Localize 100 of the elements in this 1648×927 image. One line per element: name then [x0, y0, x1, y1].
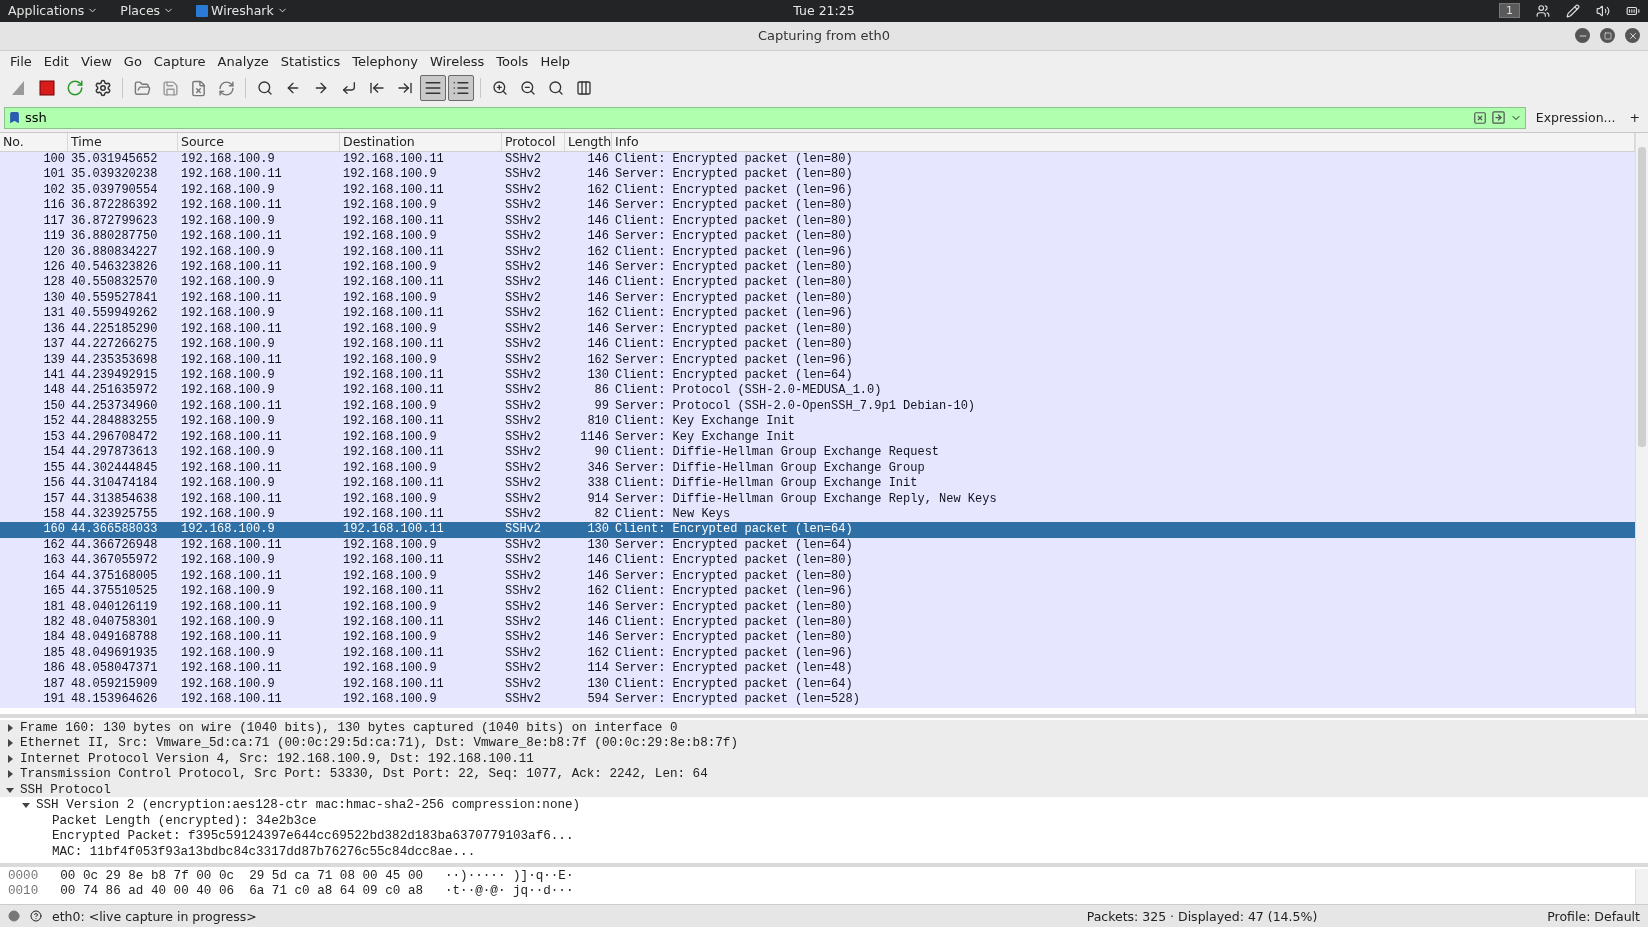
menu-item[interactable]: Edit	[37, 54, 75, 69]
collapsed-arrow-icon[interactable]	[6, 754, 14, 763]
detail-row[interactable]: SSH Version 2 (encryption:aes128-ctr mac:hmac-sha2-256 compression:none)	[0, 797, 1648, 813]
table-cell-text: Client: Encrypted packet (len=96)	[614, 645, 854, 662]
detail-row[interactable]: Ethernet II, Src: Vmware_5d:ca:71 (00:0c:29:5d:ca:71), Dst: Vmware_8e:b8:7f (00:0c:29:8e:b8:7f)	[0, 735, 1648, 751]
menu-item[interactable]: Statistics	[274, 54, 347, 69]
packet-row[interactable]: 101 35.039320238 192.168.100.11 192.168.100.9 SSHv2 146 Server: Encrypted packet (len=80)	[0, 167, 1635, 183]
table-cell-text: Server: Encrypted packet (len=80)	[614, 259, 854, 276]
packet-row[interactable]: 182 48.040758301 192.168.100.9 192.168.100.11 SSHv2 146 Client: Encrypted packet (len=80)	[0, 615, 1635, 631]
pencil-icon[interactable]	[1566, 3, 1580, 18]
expert-info-icon[interactable]	[30, 910, 42, 923]
detail-row[interactable]: Transmission Control Protocol, Src Port: 53330, Dst Port: 22, Seq: 1077, Ack: 2242, Len: 64	[0, 766, 1648, 782]
volume-icon[interactable]	[1596, 3, 1610, 18]
menu-item[interactable]: Tools	[490, 54, 535, 69]
minimize-button[interactable]	[1575, 28, 1590, 44]
detail-row[interactable]: Encrypted Packet: f395c59124397e644cc69522bd382d183ba6370779103af6...	[0, 828, 1648, 844]
table-cell-text: SSHv2	[504, 337, 542, 353]
menu-item[interactable]: View	[74, 54, 118, 69]
table-cell-text: 44.296708472	[70, 429, 159, 446]
packet-row[interactable]: 119 36.880287750 192.168.100.11 192.168.100.9 SSHv2 146 Server: Encrypted packet (len=80)	[0, 229, 1635, 245]
table-cell-text: 162	[586, 645, 610, 662]
packet-row[interactable]: 128 40.550832570 192.168.100.9 192.168.100.11 SSHv2 146 Client: Encrypted packet (len=80)	[0, 275, 1635, 291]
workspace-indicator[interactable]: 1	[1499, 3, 1520, 19]
status-indicator-icon[interactable]	[8, 910, 20, 923]
detail-row[interactable]: Packet Length (encrypted): 34e2b3ce	[0, 812, 1648, 829]
table-cell-text: 40.550832570	[70, 275, 159, 291]
detail-row[interactable]: MAC: 11bf4f053f93a13bdbc84c3317dd87b76276c55c84dcc8ae...	[0, 843, 1648, 860]
column-header[interactable]: Time	[68, 132, 178, 151]
table-cell-text: 44.297873613	[70, 445, 159, 461]
profile-label[interactable]: Profile: Default	[1547, 908, 1640, 924]
menu-item[interactable]: Telephony	[346, 54, 424, 69]
table-cell-text: 191	[42, 692, 66, 708]
table-cell-text: 44.367055972	[70, 553, 159, 569]
table-cell-text: 810	[586, 414, 610, 430]
packet-row[interactable]: 152 44.284883255 192.168.100.9 192.168.100.11 SSHv2 810 Client: Key Exchange Init	[0, 414, 1635, 430]
table-cell-text: 44.366588033	[70, 522, 159, 538]
panel-menu[interactable]: Places	[120, 3, 175, 19]
packet-row[interactable]: 163 44.367055972 192.168.100.9 192.168.100.11 SSHv2 146 Client: Encrypted packet (len=80)	[0, 553, 1635, 569]
jump-arrow-icon	[341, 80, 357, 97]
table-cell-text: Server: Encrypted packet (len=80)	[614, 229, 854, 245]
display-filter-bar[interactable]: ssh	[4, 107, 1526, 129]
menu-item[interactable]: Capture	[147, 54, 212, 69]
menu-item[interactable]: Analyze	[211, 54, 275, 69]
packet-row[interactable]: 186 48.058047371 192.168.100.11 192.168.100.9 SSHv2 114 Server: Encrypted packet (len=48)	[0, 661, 1635, 677]
table-cell-text: 130	[586, 368, 610, 384]
packet-row[interactable]: 191 48.153964626 192.168.100.11 192.168.100.9 SSHv2 594 Server: Encrypted packet (len=528)	[0, 692, 1635, 708]
table-cell-text: 192.168.100.11	[342, 244, 445, 260]
packet-row[interactable]: 184 48.049168788 192.168.100.11 192.168.100.9 SSHv2 146 Server: Encrypted packet (len=80)	[0, 630, 1635, 646]
table-cell-text: 40.559527841	[70, 290, 159, 307]
packet-row[interactable]: 116 36.872286392 192.168.100.11 192.168.100.9 SSHv2 146 Server: Encrypted packet (len=80)	[0, 198, 1635, 214]
packet-row[interactable]: 165 44.375510525 192.168.100.9 192.168.100.11 SSHv2 162 Client: Encrypted packet (len=96)	[0, 584, 1635, 600]
collapsed-arrow-icon[interactable]	[6, 723, 14, 732]
toolbar-button[interactable]	[420, 75, 446, 102]
table-cell-text: Server: Encrypted packet (len=96)	[614, 352, 854, 368]
table-cell-text: SSHv2	[504, 259, 542, 276]
scrollbar[interactable]	[1635, 868, 1648, 905]
table-cell-text: 146	[586, 259, 610, 276]
packet-row[interactable]: 131 40.559949262 192.168.100.9 192.168.100.11 SSHv2 162 Client: Encrypted packet (len=96)	[0, 306, 1635, 322]
bookmark-icon[interactable]	[8, 111, 21, 125]
column-header[interactable]: Destination	[340, 132, 502, 151]
expanded-arrow-icon[interactable]	[22, 801, 30, 810]
packet-row[interactable]: 148 44.251635972 192.168.100.9 192.168.100.11 SSHv2 86 Client: Protocol (SSH-2.0-MEDUSA_1.0)	[0, 383, 1635, 399]
table-cell-text: 156	[42, 476, 66, 492]
column-header[interactable]: Protocol	[502, 132, 565, 151]
menu-item[interactable]: Wireless	[423, 54, 491, 69]
table-cell-text: SSHv2	[504, 661, 542, 677]
menu-item[interactable]: Go	[117, 54, 148, 69]
expression-button[interactable]: Expression...	[1531, 110, 1620, 126]
collapsed-arrow-icon[interactable]	[6, 739, 14, 748]
packet-row[interactable]: 141 44.239492915 192.168.100.9 192.168.100.11 SSHv2 130 Client: Encrypted packet (len=64)	[0, 368, 1635, 384]
table-cell-text: 48.058047371	[70, 661, 159, 677]
detail-row[interactable]: Frame 160: 130 bytes on wire (1040 bits), 130 bytes captured (1040 bits) on interface 0	[0, 719, 1648, 736]
table-cell-text: 346	[586, 460, 610, 477]
menu-item[interactable]: File	[4, 54, 38, 69]
packet-row[interactable]: 156 44.310474184 192.168.100.9 192.168.100.11 SSHv2 338 Client: Diffie-Hellman Group Exchange Init	[0, 476, 1635, 492]
column-header[interactable]: Length	[565, 132, 612, 151]
clear-icon[interactable]	[1472, 111, 1487, 125]
collapsed-arrow-icon[interactable]	[6, 770, 14, 779]
panel-menu[interactable]: Wireshark	[196, 3, 288, 19]
maximize-button[interactable]	[1600, 28, 1615, 44]
table-cell-text: Client: Encrypted packet (len=80)	[614, 553, 854, 569]
table-cell-text: 192.168.100.11	[180, 537, 283, 554]
packet-row[interactable]: 160 44.366588033 192.168.100.9 192.168.100.11 SSHv2 130 Client: Encrypted packet (len=64)	[0, 522, 1635, 538]
table-cell-text: 192.168.100.11	[342, 337, 445, 353]
packet-row[interactable]: 154 44.297873613 192.168.100.9 192.168.100.11 SSHv2 90 Client: Diffie-Hellman Group Exchange Request	[0, 445, 1635, 461]
menu-item[interactable]: Help	[534, 54, 576, 69]
panel-menu[interactable]: Applications	[8, 3, 99, 19]
column-header[interactable]: No.	[0, 132, 68, 151]
clock[interactable]: Tue 21:25	[793, 3, 855, 19]
column-header[interactable]: Source	[178, 132, 340, 151]
packet-row[interactable]: 137 44.227266275 192.168.100.9 192.168.100.11 SSHv2 146 Client: Encrypted packet (len=80)	[0, 337, 1635, 353]
reload-icon	[217, 79, 235, 97]
toolbar-button[interactable]	[448, 75, 474, 102]
apply-icon[interactable]	[1490, 110, 1506, 126]
expanded-arrow-icon[interactable]	[6, 785, 14, 794]
filter-input[interactable]: ssh	[25, 110, 1469, 126]
users-icon[interactable]	[1536, 3, 1550, 18]
add-filter-button[interactable]: +	[1625, 110, 1644, 126]
close-button[interactable]	[1625, 28, 1640, 44]
scrollbar[interactable]	[1635, 132, 1648, 714]
